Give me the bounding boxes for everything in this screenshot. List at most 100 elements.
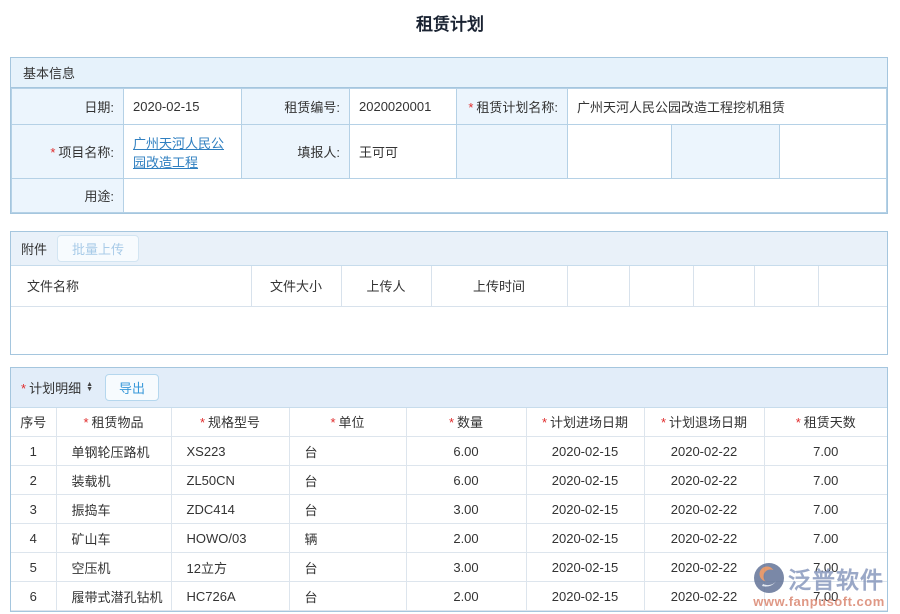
plan-details-cell: 6 xyxy=(11,582,56,611)
plan-details-cell: 2.00 xyxy=(406,582,526,611)
plan-details-cell: 台 xyxy=(289,466,406,495)
plan-details-cell: 6.00 xyxy=(406,466,526,495)
col-empty xyxy=(693,266,754,306)
plan-details-cell: 3.00 xyxy=(406,495,526,524)
plan-details-cell: 2020-02-22 xyxy=(644,524,764,553)
basic-info-table: 日期: 2020-02-15 租赁编号: 2020020001 *租赁计划名称:… xyxy=(11,88,887,213)
plan-details-cell: 空压机 xyxy=(56,553,171,582)
date-label: 日期: xyxy=(12,89,124,125)
col-empty xyxy=(629,266,693,306)
empty-value-cell xyxy=(568,125,672,179)
plan-details-section: *计划明细 ▲▼ 导出 序号*租赁物品*规格型号*单位*数量*计划进场日期*计划… xyxy=(10,367,888,613)
plan-details-cell: 7.00 xyxy=(764,495,887,524)
plan-details-cell: HC726A xyxy=(171,582,289,611)
plan-details-cell: 2020-02-22 xyxy=(644,437,764,466)
purpose-label: 用途: xyxy=(12,179,124,213)
plan-details-cell: 台 xyxy=(289,437,406,466)
col-empty xyxy=(754,266,818,306)
empty-label-cell xyxy=(457,125,568,179)
attachments-title: 附件 xyxy=(21,239,47,258)
plan-details-body: 1单钢轮压路机XS223台6.002020-02-152020-02-227.0… xyxy=(11,437,887,611)
plan-details-cell: 台 xyxy=(289,495,406,524)
plan-details-header: *计划明细 ▲▼ 导出 xyxy=(11,368,887,408)
plan-col-header: *租赁天数 xyxy=(764,408,887,437)
attachments-header-row: 文件名称 文件大小 上传人 上传时间 xyxy=(11,266,887,306)
plan-details-cell: 6.00 xyxy=(406,437,526,466)
plan-details-cell: 7.00 xyxy=(764,524,887,553)
plan-details-header-row: 序号*租赁物品*规格型号*单位*数量*计划进场日期*计划退场日期*租赁天数 xyxy=(11,408,887,437)
plan-details-cell: 2020-02-15 xyxy=(526,582,644,611)
plan-details-cell: 台 xyxy=(289,553,406,582)
empty-label-cell xyxy=(672,125,780,179)
export-button[interactable]: 导出 xyxy=(105,374,159,401)
project-name-link[interactable]: 广州天河人民公园改造工程 xyxy=(133,136,224,170)
plan-col-header: *租赁物品 xyxy=(56,408,171,437)
plan-details-cell: 履带式潜孔钻机 xyxy=(56,582,171,611)
plan-details-cell: 单钢轮压路机 xyxy=(56,437,171,466)
plan-details-cell: 辆 xyxy=(289,524,406,553)
plan-details-cell: 装载机 xyxy=(56,466,171,495)
plan-col-header: *计划进场日期 xyxy=(526,408,644,437)
col-file-size: 文件大小 xyxy=(251,266,341,306)
attachments-table: 文件名称 文件大小 上传人 上传时间 xyxy=(11,266,887,307)
plan-col-header: *数量 xyxy=(406,408,526,437)
plan-details-row: 4矿山车HOWO/03辆2.002020-02-152020-02-227.00 xyxy=(11,524,887,553)
plan-name-label: *租赁计划名称: xyxy=(457,89,568,125)
plan-details-title: *计划明细 xyxy=(21,378,81,397)
empty-value-cell xyxy=(780,125,887,179)
col-uploader: 上传人 xyxy=(341,266,431,306)
plan-details-cell: 4 xyxy=(11,524,56,553)
plan-details-cell: HOWO/03 xyxy=(171,524,289,553)
sort-icon[interactable]: ▲▼ xyxy=(86,382,93,392)
date-value: 2020-02-15 xyxy=(124,89,242,125)
plan-details-cell: 7.00 xyxy=(764,553,887,582)
col-empty xyxy=(818,266,887,306)
plan-details-cell: 3 xyxy=(11,495,56,524)
required-marker: * xyxy=(468,100,473,115)
plan-details-cell: 2020-02-15 xyxy=(526,553,644,582)
plan-details-cell: 7.00 xyxy=(764,466,887,495)
attachments-section: 附件 批量上传 文件名称 文件大小 上传人 上传时间 xyxy=(10,231,888,355)
plan-name-value: 广州天河人民公园改造工程挖机租赁 xyxy=(568,89,887,125)
col-file-name: 文件名称 xyxy=(11,266,251,306)
plan-details-cell: ZDC414 xyxy=(171,495,289,524)
project-name-cell: 广州天河人民公园改造工程 xyxy=(124,125,242,179)
plan-col-header: 序号 xyxy=(11,408,56,437)
rental-no-label: 租赁编号: xyxy=(242,89,350,125)
plan-details-cell: 2020-02-15 xyxy=(526,466,644,495)
col-empty xyxy=(567,266,629,306)
plan-details-cell: 2020-02-15 xyxy=(526,437,644,466)
plan-details-cell: 1 xyxy=(11,437,56,466)
plan-details-cell: 2020-02-15 xyxy=(526,495,644,524)
plan-details-cell: 12立方 xyxy=(171,553,289,582)
plan-details-cell: 2020-02-22 xyxy=(644,582,764,611)
plan-details-row: 2装载机ZL50CN台6.002020-02-152020-02-227.00 xyxy=(11,466,887,495)
plan-details-cell: 2 xyxy=(11,466,56,495)
plan-details-cell: 2020-02-22 xyxy=(644,495,764,524)
plan-details-cell: 2020-02-22 xyxy=(644,553,764,582)
plan-col-header: *规格型号 xyxy=(171,408,289,437)
basic-info-header: 基本信息 xyxy=(11,58,887,88)
basic-info-title: 基本信息 xyxy=(23,63,75,82)
plan-details-cell: 2020-02-22 xyxy=(644,466,764,495)
plan-details-cell: 振捣车 xyxy=(56,495,171,524)
plan-details-row: 6履带式潜孔钻机HC726A台2.002020-02-152020-02-227… xyxy=(11,582,887,611)
reporter-value: 王可可 xyxy=(350,125,457,179)
page-title: 租赁计划 xyxy=(0,14,900,36)
plan-details-cell: 台 xyxy=(289,582,406,611)
plan-details-table: 序号*租赁物品*规格型号*单位*数量*计划进场日期*计划退场日期*租赁天数 1单… xyxy=(11,408,887,612)
reporter-label: 填报人: xyxy=(242,125,350,179)
plan-details-cell: 7.00 xyxy=(764,437,887,466)
project-name-label: *项目名称: xyxy=(12,125,124,179)
plan-details-cell: 7.00 xyxy=(764,582,887,611)
purpose-value xyxy=(124,179,887,213)
plan-col-header: *计划退场日期 xyxy=(644,408,764,437)
attachments-empty-body xyxy=(11,307,887,354)
rental-no-value: 2020020001 xyxy=(350,89,457,125)
plan-details-row: 5空压机12立方台3.002020-02-152020-02-227.00 xyxy=(11,553,887,582)
batch-upload-button[interactable]: 批量上传 xyxy=(57,235,139,262)
basic-info-section: 基本信息 日期: 2020-02-15 租赁编号: 2020020001 *租赁… xyxy=(10,57,888,214)
plan-details-cell: 3.00 xyxy=(406,553,526,582)
plan-details-cell: 2.00 xyxy=(406,524,526,553)
plan-details-cell: ZL50CN xyxy=(171,466,289,495)
